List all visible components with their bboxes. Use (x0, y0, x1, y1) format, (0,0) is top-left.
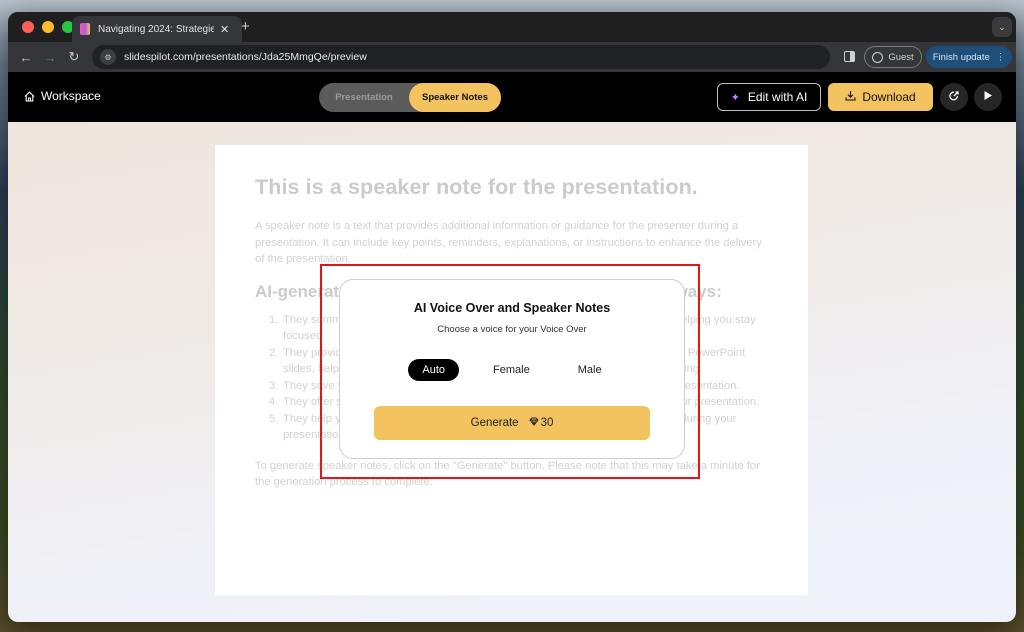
notes-intro: A speaker note is a text that provides a… (255, 220, 762, 265)
modal-title: AI Voice Over and Speaker Notes (413, 301, 611, 315)
tab-close-icon[interactable]: ✕ (220, 23, 229, 36)
tab-search-button[interactable]: ⌄ (992, 17, 1012, 37)
reload-button[interactable]: ↻ (62, 49, 86, 65)
slidespilot-favicon-icon (80, 23, 90, 35)
chevron-down-icon: ⌄ (998, 21, 1006, 32)
generate-button[interactable]: Generate 30 (374, 406, 650, 440)
credit-value: 30 (540, 417, 554, 429)
credit-cost: 30 (528, 417, 554, 429)
url-text[interactable]: slidespilot.com/presentations/Jda25MmgQe… (124, 51, 367, 63)
presentation-tab[interactable]: Presentation (319, 83, 409, 112)
address-bar[interactable]: ⚙ slidespilot.com/presentations/Jda25Mmg… (92, 45, 830, 69)
generate-label: Generate (470, 417, 519, 429)
voice-over-modal: AI Voice Over and Speaker Notes Choose a… (339, 279, 685, 459)
download-icon (845, 90, 856, 104)
download-button[interactable]: Download (828, 83, 933, 111)
guest-label: Guest (888, 51, 914, 63)
edit-with-ai-button[interactable]: ✦ Edit with AI (717, 83, 821, 111)
tab-strip: Navigating 2024: Strategies f ✕ + ⌄ (8, 12, 1016, 42)
window-controls (22, 21, 74, 33)
voice-option-auto[interactable]: Auto (408, 359, 460, 381)
more-menu-icon: ⋮ (995, 51, 1006, 63)
finish-update-label: Finish update (932, 51, 990, 63)
share-arrow-icon (948, 90, 960, 105)
guest-profile-button[interactable]: Guest (864, 46, 922, 68)
speaker-notes-tab[interactable]: Speaker Notes (409, 83, 501, 112)
home-icon (24, 90, 35, 102)
minimize-window-button[interactable] (42, 21, 54, 33)
back-button[interactable]: ← (14, 50, 38, 65)
voice-option-male[interactable]: Male (564, 359, 616, 381)
modal-subtitle: Choose a voice for your Voice Over (437, 324, 587, 335)
workspace-link[interactable]: Workspace (24, 89, 101, 103)
edit-with-ai-label: Edit with AI (747, 90, 808, 104)
diamond-icon (528, 417, 539, 429)
notes-title: This is a speaker note for the presentat… (255, 175, 698, 199)
tab-title: Navigating 2024: Strategies f (98, 23, 214, 35)
play-presentation-button[interactable] (974, 83, 1002, 111)
voice-option-female[interactable]: Female (479, 359, 544, 381)
side-panel-icon[interactable] (844, 51, 855, 62)
view-mode-toggle: Presentation Speaker Notes (319, 83, 501, 112)
voice-selector: Auto Female Male (340, 359, 684, 381)
browser-window: Navigating 2024: Strategies f ✕ + ⌄ ← → … (8, 12, 1016, 622)
browser-toolbar: ← → ↻ ⚙ slidespilot.com/presentations/Jd… (8, 42, 1016, 72)
sparkle-icon: ✦ (730, 91, 740, 104)
new-tab-button[interactable]: + (241, 18, 250, 35)
finish-update-button[interactable]: Finish update ⋮ (926, 46, 1012, 68)
app-header: Workspace Presentation Speaker Notes ✦ E… (8, 72, 1016, 122)
browser-tab[interactable]: Navigating 2024: Strategies f ✕ (72, 16, 242, 42)
profile-icon (872, 51, 884, 63)
share-button[interactable] (940, 83, 968, 111)
close-window-button[interactable] (22, 21, 34, 33)
workspace-label: Workspace (41, 89, 101, 103)
main-content: This is a speaker note for the presentat… (8, 122, 1016, 622)
site-settings-icon[interactable]: ⚙ (100, 49, 116, 65)
download-label: Download (862, 90, 916, 104)
forward-button[interactable]: → (38, 50, 62, 65)
play-icon (983, 90, 993, 104)
